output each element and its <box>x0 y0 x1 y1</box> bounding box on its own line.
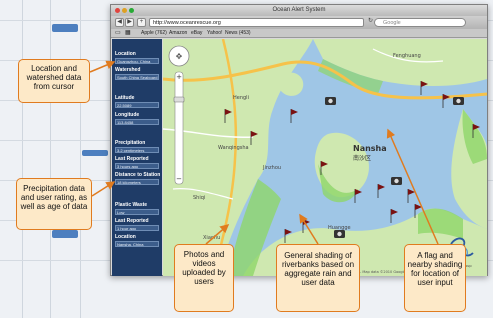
browser-window: Ocean Alert System ◀ ▶ + http://www.ocea… <box>110 4 488 276</box>
minimize-icon[interactable] <box>122 8 127 13</box>
map-place-label: Nansha <box>353 144 387 153</box>
calendar-column <box>22 0 23 318</box>
bookmark-item[interactable]: News (453) <box>225 29 251 38</box>
last-reported-label: Last Reported <box>115 156 149 162</box>
plastic-waste-label: Plastic Waste <box>115 202 148 208</box>
watershed-label: Watershed <box>115 67 141 73</box>
precipitation-value: 3.2 centimeters <box>115 147 159 153</box>
map-place-label: Fenghuang <box>393 53 421 59</box>
zoom-slider <box>174 71 184 185</box>
bookmark-item[interactable]: Amazon <box>169 29 187 38</box>
camera-icon <box>334 230 345 238</box>
calendar-event[interactable] <box>82 150 108 156</box>
last-reported-value: 3 hours ago <box>115 163 159 169</box>
longitude-value: 113.8458 <box>115 119 159 125</box>
flag-icon <box>290 109 298 123</box>
flag-icon <box>377 184 385 198</box>
top-sites-icon[interactable]: ▦ <box>125 29 131 38</box>
calendar-column <box>80 0 81 318</box>
callout-shading: General shading of riverbanks based on a… <box>276 244 360 312</box>
location-label: Location <box>115 234 136 240</box>
last-reported-value: 1 hour ago <box>115 225 159 231</box>
search-input[interactable]: Google <box>374 18 466 27</box>
flag-icon <box>354 189 362 203</box>
svg-text:−: − <box>176 175 182 183</box>
browser-toolbar: ◀ ▶ + http://www.oceanrescue.org ↻ Googl… <box>111 16 487 29</box>
location-label: Location <box>115 51 136 57</box>
watershed-value: South China Seaboard <box>115 74 159 80</box>
precipitation-label: Precipitation <box>115 140 146 146</box>
callout-location: Location and watershed data from cursor <box>18 59 90 103</box>
bookmark-item[interactable]: Yahoo! <box>207 29 222 38</box>
callout-precipitation: Precipitation data and user rating, as w… <box>16 178 92 230</box>
forward-button[interactable]: ▶ <box>125 18 134 27</box>
bookmarks-bar: ▭ ▦ Apple (762) Amazon eBay Yahoo! News … <box>111 29 487 38</box>
distance-value: 18 kilometers <box>115 179 159 185</box>
calendar-event[interactable] <box>52 230 78 238</box>
map-place-label: Wanqingsha <box>218 145 249 151</box>
add-bookmark-button[interactable]: + <box>137 18 146 27</box>
svg-text:✥: ✥ <box>176 52 183 61</box>
plastic-waste-value: Low <box>115 209 159 215</box>
latitude-value: 22.5089 <box>115 102 159 108</box>
url-field[interactable]: http://www.oceanrescue.org <box>149 18 364 27</box>
calendar-event[interactable] <box>52 24 78 32</box>
map-canvas: ✥ + − Nansha 南沙区 Hengli Wanqingsha Jinzh… <box>163 39 487 276</box>
flag-icon <box>390 209 398 223</box>
map-place-label-cn: 南沙区 <box>353 154 371 162</box>
bookmark-item[interactable]: Apple (762) <box>141 29 167 38</box>
title-bar: Ocean Alert System <box>111 5 487 16</box>
map-place-label: Shiqi <box>193 195 205 201</box>
camera-icon <box>325 97 336 105</box>
flag-icon <box>407 189 415 203</box>
zoom-icon[interactable] <box>129 8 134 13</box>
camera-icon <box>453 97 464 105</box>
map-view[interactable]: ✥ + − Nansha 南沙区 Hengli Wanqingsha Jinzh… <box>163 39 487 276</box>
last-reported-label: Last Reported <box>115 218 149 224</box>
distance-label: Distance to Station <box>115 172 161 178</box>
map-place-label: Xiaohu <box>203 235 220 241</box>
svg-text:+: + <box>176 73 182 81</box>
data-sidebar: Location Guangzhou, China Watershed Sout… <box>112 39 162 276</box>
island-small <box>277 72 304 96</box>
longitude-label: Longitude <box>115 112 140 118</box>
map-place-label: Jinzhou <box>262 165 281 171</box>
latitude-label: Latitude <box>115 95 135 101</box>
zoom-handle <box>173 96 185 103</box>
map-place-label: Hengli <box>233 95 249 101</box>
callout-photos: Photos and videos uploaded by users <box>174 244 234 312</box>
window-title: Ocean Alert System <box>272 7 326 13</box>
callout-flag: A flag and nearby shading for location o… <box>404 244 466 312</box>
calendar-column <box>50 0 51 318</box>
close-icon[interactable] <box>115 8 120 13</box>
reading-list-icon[interactable]: ▭ <box>115 29 121 38</box>
location-value: Guangzhou, China <box>115 58 159 64</box>
camera-icon <box>391 177 402 185</box>
bookmark-item[interactable]: eBay <box>191 29 202 38</box>
map-place-label: Huangge <box>328 225 351 231</box>
back-button[interactable]: ◀ <box>115 18 124 27</box>
location-value: Nansha, China <box>115 241 159 247</box>
